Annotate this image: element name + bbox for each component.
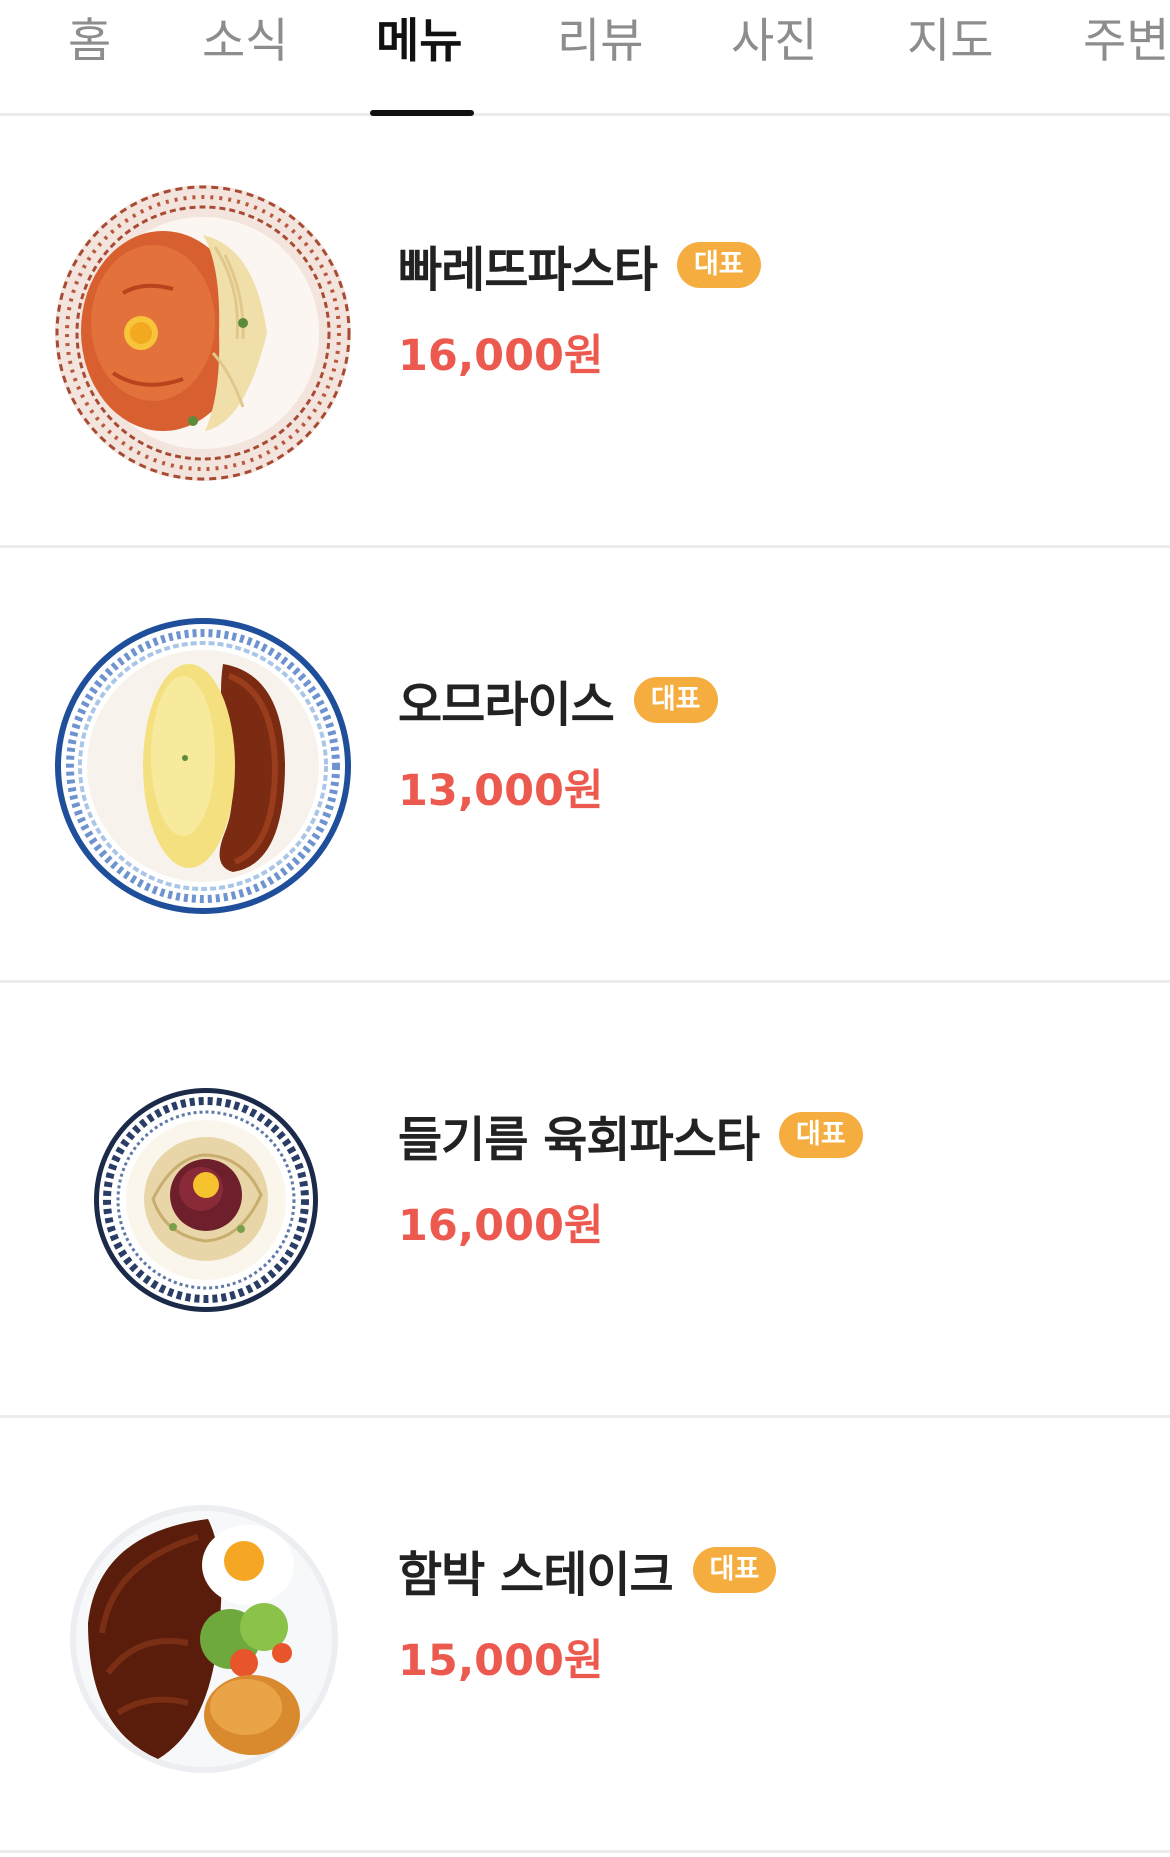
menu-name-row: 함박 스테이크 대표 [398, 1539, 777, 1603]
tab-news[interactable]: 소식 [202, 12, 288, 72]
menu-name-row: 빠레뜨파스타 대표 [398, 234, 761, 298]
tab-reviews[interactable]: 리뷰 [557, 12, 643, 72]
menu-item-perilla-yukhoe-pasta[interactable]: 들기름 육회파스타 대표 16,000원 [0, 986, 1170, 1418]
menu-item-price: 13,000원 [398, 766, 604, 816]
menu-item-name: 오므라이스 [398, 677, 615, 733]
tab-photos[interactable]: 사진 [731, 12, 817, 72]
menu-item-name: 빠레뜨파스타 [398, 242, 658, 298]
dish-image-hamburg-steak [70, 1505, 338, 1773]
dish-image-perilla-yukhoe-pasta [94, 1088, 318, 1312]
menu-item-omurice[interactable]: 오므라이스 대표 13,000원 [0, 551, 1170, 983]
tab-menu[interactable]: 메뉴 [376, 12, 462, 72]
tab-home[interactable]: 홈 [68, 12, 111, 72]
tab-map[interactable]: 지도 [907, 12, 993, 72]
menu-item-name: 함박 스테이크 [398, 1547, 674, 1603]
dish-image-omurice [55, 618, 351, 914]
signature-badge: 대표 [633, 677, 718, 723]
signature-badge: 대표 [676, 242, 761, 288]
tab-bar: 홈 소식 메뉴 리뷰 사진 지도 주변 [0, 0, 1170, 116]
menu-item-name: 들기름 육회파스타 [398, 1112, 760, 1168]
menu-name-row: 들기름 육회파스타 대표 [398, 1104, 863, 1168]
menu-item-hamburg-steak[interactable]: 함박 스테이크 대표 15,000원 [0, 1421, 1170, 1853]
menu-item-price: 16,000원 [398, 331, 604, 381]
dish-image-palette-pasta [55, 185, 351, 481]
signature-badge: 대표 [779, 1112, 863, 1158]
menu-item-price: 16,000원 [398, 1201, 604, 1251]
signature-badge: 대표 [692, 1547, 777, 1593]
tab-nearby[interactable]: 주변 [1083, 12, 1169, 72]
menu-name-row: 오므라이스 대표 [398, 669, 718, 733]
menu-item-price: 15,000원 [398, 1636, 604, 1686]
menu-item-palette-pasta[interactable]: 빠레뜨파스타 대표 16,000원 [0, 116, 1170, 548]
